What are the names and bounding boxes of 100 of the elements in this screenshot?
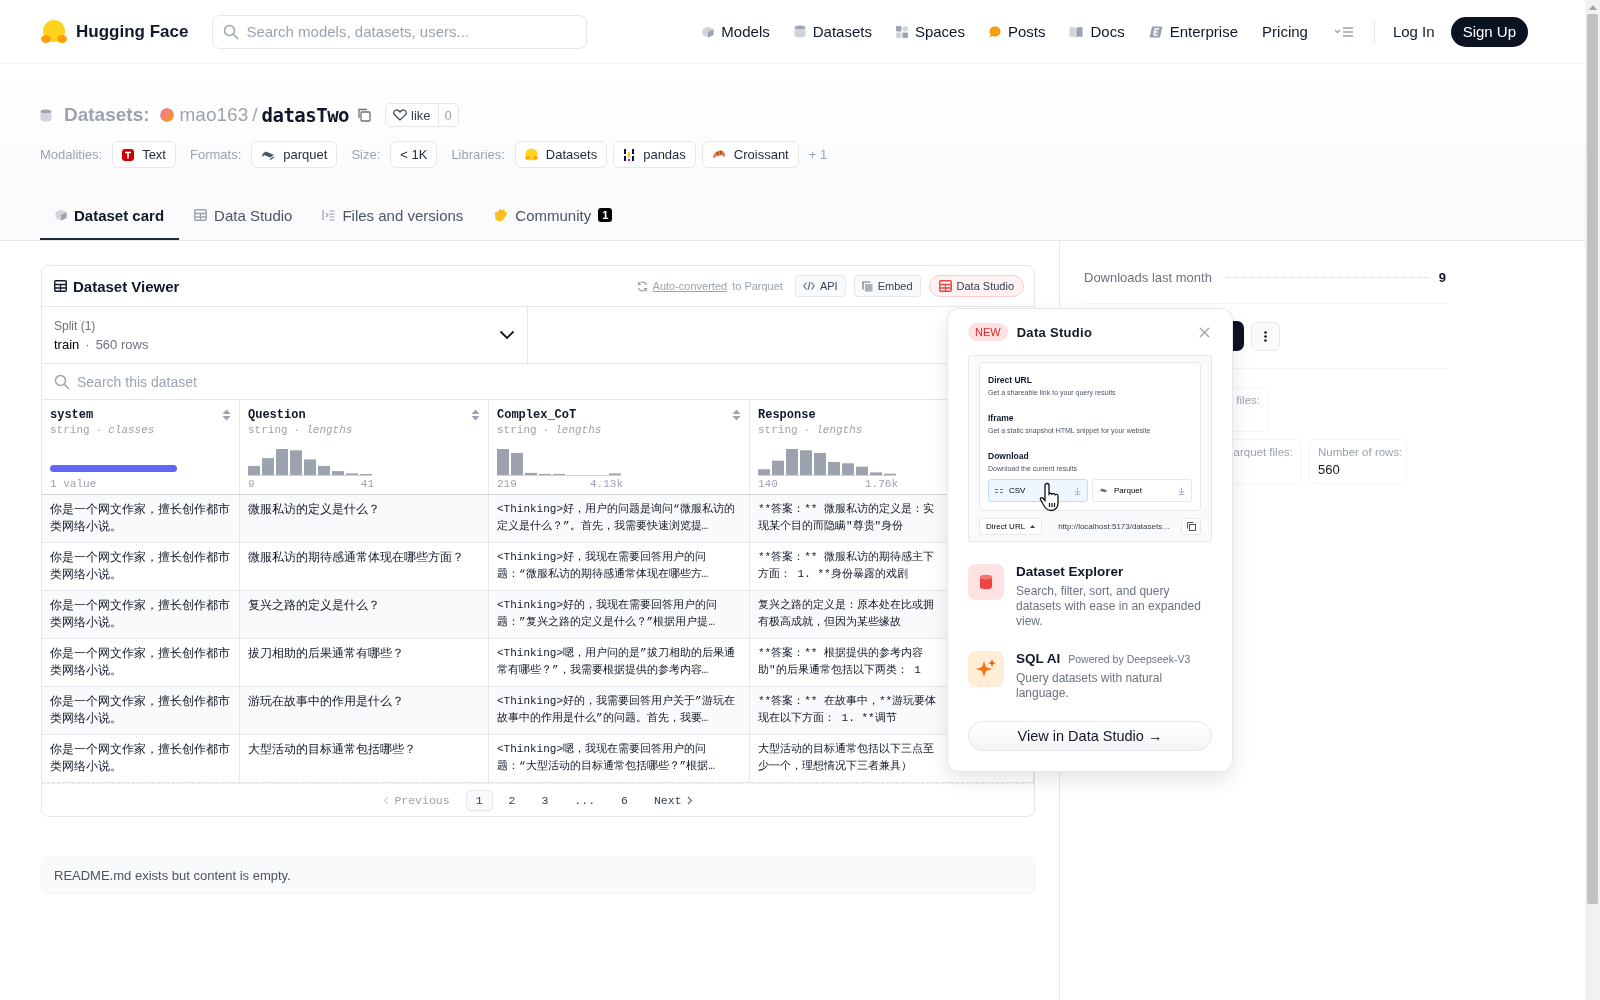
toolbar-button[interactable]: API <box>794 275 846 297</box>
nav-link[interactable]: Datasets <box>793 23 872 40</box>
dataset-search-field[interactable]: Search this dataset <box>42 364 919 399</box>
share-mode-select[interactable]: Direct URL <box>979 517 1043 535</box>
popover-title: Data Studio <box>1016 324 1093 340</box>
feature-description: Query datasets with natural language. <box>1016 671 1164 701</box>
nav-link[interactable]: Posts <box>988 23 1046 40</box>
new-badge: NEW <box>968 323 1008 341</box>
column-stat: classes <box>108 424 155 436</box>
page-link[interactable]: ... <box>564 789 606 811</box>
stat-label: arquet files: <box>1233 446 1293 458</box>
column-stat: lengths <box>306 424 353 436</box>
separator-dot: · <box>293 424 301 436</box>
table-cell-text: 微服私访的期待感通常体现在哪些方面？ <box>248 549 465 566</box>
toolbar-button[interactable]: Embed <box>853 275 921 297</box>
database-icon <box>40 108 52 122</box>
page-link[interactable]: 2 <box>498 789 526 811</box>
text-icon <box>122 148 135 161</box>
tag-group-label: Formats: <box>190 147 242 162</box>
range-max: 4.13k <box>590 478 623 490</box>
option-title: Iframe <box>988 413 1015 423</box>
scrollbar[interactable] <box>1585 0 1600 1000</box>
site-name[interactable]: Hugging Face <box>76 21 189 42</box>
hand-icon <box>493 208 509 222</box>
format-button[interactable]: CSV <box>988 479 1088 502</box>
nav-link[interactable]: Pricing <box>1262 23 1308 40</box>
downloads-count: 9 <box>1438 269 1446 285</box>
chevron-left-icon <box>383 795 390 805</box>
path-separator: / <box>252 104 258 126</box>
table-cell: 你是一个网文作家，擅长创作都市类网络小说。 <box>50 645 231 679</box>
code-icon <box>802 281 815 291</box>
page-link[interactable]: Next <box>643 789 703 811</box>
format-button[interactable]: Parquet <box>1092 479 1192 502</box>
page-link[interactable]: 1 <box>465 789 493 811</box>
search-field[interactable]: Search models, datasets, users... <box>212 14 588 49</box>
login-link[interactable]: Log In <box>1392 23 1435 40</box>
avatar-icon <box>159 108 174 122</box>
list-icon <box>322 209 336 221</box>
book-icon <box>1069 25 1084 38</box>
nav-link[interactable]: Enterprise <box>1148 23 1239 40</box>
table-cell-text: <Thinking>嗯，我现在需要回答用户的问题：“大型活动的目标通常包括哪些？”根据… <box>497 742 716 774</box>
repo-name[interactable]: datasTwo <box>261 104 349 126</box>
option-title: Download <box>988 451 1030 461</box>
split-name: train <box>54 336 80 352</box>
parquet-icon <box>261 149 276 160</box>
tag[interactable]: Datasets <box>514 141 608 168</box>
tab[interactable]: Data Studio <box>179 192 308 240</box>
view-in-data-studio-button[interactable]: View in Data Studio → <box>968 721 1212 751</box>
tag[interactable]: parquet <box>251 141 338 168</box>
sort-icon <box>732 409 741 421</box>
separator-dot: · <box>85 336 90 352</box>
tag[interactable]: pandas <box>613 141 696 168</box>
nav-link[interactable]: Spaces <box>895 23 965 40</box>
page-link[interactable]: 3 <box>531 789 559 811</box>
stat-label: files: <box>1236 394 1260 406</box>
copy-button[interactable] <box>357 108 371 122</box>
table-cell-text: 大型活动的目标通常包括以下三点至少一个，理想情况下三者兼具） <box>758 742 935 774</box>
copy-button[interactable] <box>1181 517 1201 535</box>
more-button[interactable] <box>1251 321 1280 351</box>
table-cell-text: **答案：** 根据提供的参考内容助"的后果通常包括以下两类： 1 <box>758 645 924 678</box>
sign-up-button[interactable]: Sign Up <box>1450 16 1528 47</box>
stat-value: 560 <box>1318 462 1341 477</box>
database-icon <box>968 564 1004 600</box>
column-type: string <box>248 424 288 436</box>
count-badge: 1 <box>598 208 613 222</box>
toolbar-button[interactable]: Data Studio <box>928 275 1024 297</box>
page-link[interactable]: 6 <box>611 789 638 811</box>
sort-icon <box>471 409 480 421</box>
nav-link[interactable]: Docs <box>1069 23 1125 40</box>
column-stat: lengths <box>555 424 602 436</box>
tag[interactable]: Text <box>112 141 176 168</box>
url-field[interactable]: http://localhost:5173/datasets… <box>1046 521 1177 531</box>
table-cell-text: <Thinking>好，我现在需要回答用户的问题：“微服私访的期待感通常体现在哪些方… <box>497 550 710 582</box>
download-icon <box>1178 486 1185 495</box>
heart-icon <box>393 109 407 121</box>
feature-note: Powered by Deepseek-V3 <box>1068 653 1191 665</box>
table-cell-text: 复兴之路的定义是什么？ <box>248 597 381 614</box>
separator-dot: · <box>542 424 550 436</box>
table-cell: 你是一个网文作家，擅长创作都市类网络小说。 <box>50 741 231 775</box>
cube-icon <box>702 25 715 38</box>
nav-link[interactable]: Models <box>702 23 770 40</box>
parquet-icon <box>1099 487 1108 494</box>
logo-icon <box>40 17 68 46</box>
tab[interactable]: Dataset card <box>40 192 180 240</box>
row-count: 560 rows <box>95 336 149 352</box>
column-type: string <box>50 424 90 436</box>
tag[interactable]: < 1K <box>390 141 438 168</box>
tab[interactable]: Community 1 <box>478 192 628 240</box>
croissant-icon <box>711 148 726 161</box>
like-button[interactable]: like <box>386 104 439 126</box>
table-cell-text: <Thinking>好的，我现在需要回答用户的问题：”复兴之路的定义是什么？”根据用户提… <box>497 598 718 630</box>
tag[interactable]: Croissant <box>701 141 799 168</box>
table-icon <box>194 209 208 221</box>
tab[interactable]: Files and versions <box>307 192 479 240</box>
feature-description: Search, filter, sort, and query datasets with ease in an expanded view. <box>1016 584 1202 629</box>
search-icon <box>223 23 240 40</box>
column-name: Response <box>758 408 816 422</box>
database-icon <box>793 25 806 38</box>
enterprise-icon <box>1148 25 1163 38</box>
chevron-right-icon <box>686 795 693 805</box>
